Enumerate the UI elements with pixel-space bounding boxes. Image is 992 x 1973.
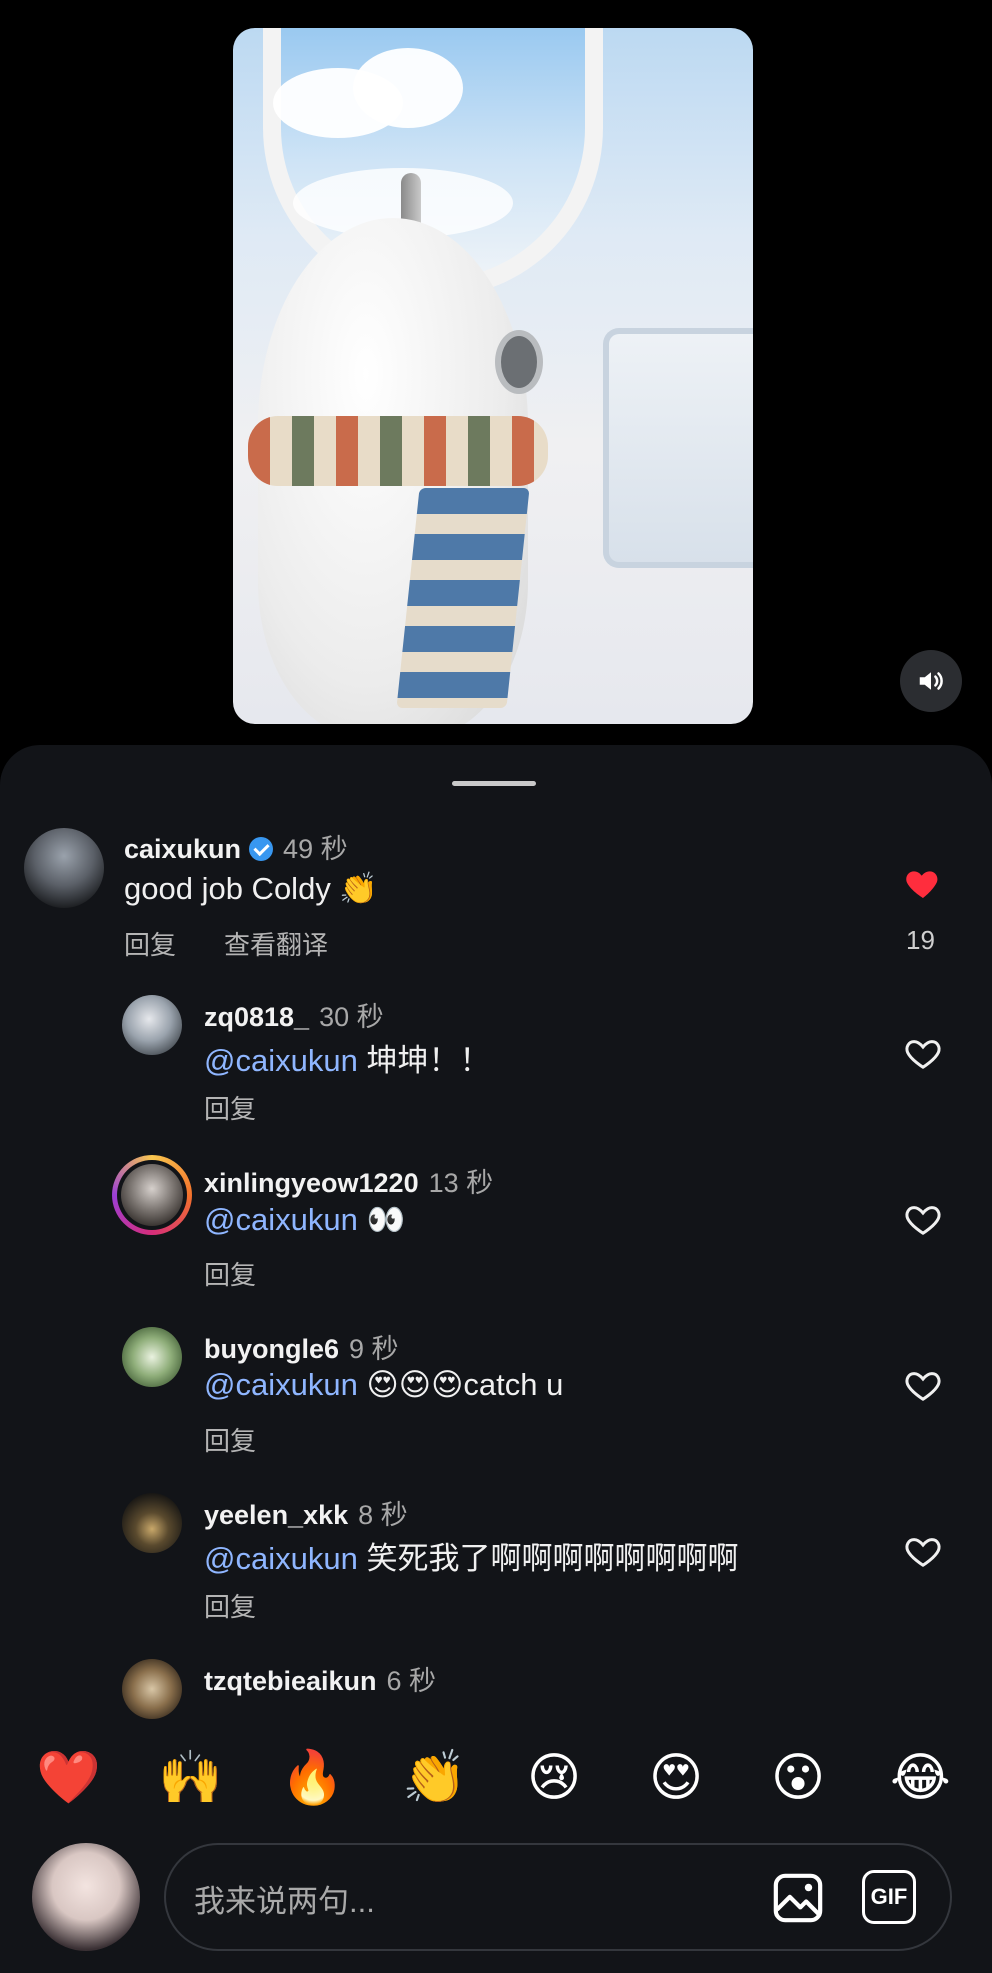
comment-time: 13 秒 [428, 1168, 494, 1198]
comment-username[interactable]: buyongle6 9 秒 [204, 1327, 399, 1366]
cloud [353, 48, 463, 128]
avatar[interactable] [122, 1659, 182, 1719]
comment-input-placeholder[interactable]: 我来说两句... [194, 1876, 375, 1921]
comment-text: @caixukun 坤坤！！ [204, 1043, 491, 1078]
mention-link[interactable]: @caixukun [204, 1367, 358, 1402]
emoji-crying[interactable]: 😢 [524, 1748, 584, 1808]
avatar[interactable] [122, 1493, 182, 1553]
avatar [121, 1164, 183, 1226]
reply-button[interactable]: 回复 [204, 1421, 256, 1458]
comment-item: yeelen_xkk 8 秒 @caixukun 笑死我了啊啊啊啊啊啊啊啊 回复 [0, 1493, 992, 1653]
story-ring[interactable] [112, 1155, 192, 1235]
reply-button[interactable]: 回复 [124, 925, 176, 962]
like-heart-outline-icon[interactable] [903, 1033, 943, 1073]
robot-scarf-tail [396, 488, 530, 708]
comment-item: caixukun 49 秒 good job Coldy 👏 回复 查看翻译 19 [0, 825, 992, 985]
robot-eye [495, 330, 543, 394]
cabinet [603, 328, 753, 568]
comment-username[interactable]: xinlingyeow1220 13 秒 [204, 1161, 493, 1200]
emoji-laughing[interactable]: 😂 [890, 1748, 951, 1808]
video-player[interactable] [233, 28, 753, 724]
comment-username[interactable]: zq0818_ 30 秒 [204, 995, 384, 1034]
translate-button[interactable]: 查看翻译 [224, 925, 328, 962]
mention-link[interactable]: @caixukun [204, 1043, 358, 1078]
comment-time: 30 秒 [319, 1002, 384, 1032]
emoji-raised-hands[interactable]: 🙌 [158, 1748, 223, 1808]
like-heart-outline-icon[interactable] [903, 1199, 943, 1239]
comment-username[interactable]: yeelen_xkk 8 秒 [204, 1493, 408, 1532]
emoji-heart-eyes[interactable]: 😍 [646, 1748, 706, 1808]
comment-item: xinlingyeow1220 13 秒 @caixukun 👀 回复 [0, 1155, 992, 1321]
comment-time: 8 秒 [358, 1500, 408, 1530]
comment-time: 49 秒 [283, 834, 348, 864]
reply-button[interactable]: 回复 [204, 1255, 256, 1292]
mention-link[interactable]: @caixukun [204, 1202, 358, 1237]
comment-time: 6 秒 [386, 1666, 437, 1696]
comment-text: @caixukun 笑死我了啊啊啊啊啊啊啊啊 [204, 1541, 739, 1576]
like-heart-filled-icon[interactable] [903, 863, 943, 903]
image-icon[interactable] [770, 1870, 826, 1926]
reply-button[interactable]: 回复 [204, 1587, 256, 1624]
emoji-quick-bar [0, 1720, 992, 1840]
like-heart-outline-icon[interactable] [903, 1531, 943, 1571]
comment-username[interactable]: tzqtebieaikun 6 秒 [204, 1659, 436, 1698]
mention-link[interactable]: @caixukun [204, 1541, 358, 1576]
comment-text: @caixukun 😍😍😍catch u [204, 1367, 564, 1402]
like-count: 19 [906, 925, 935, 955]
comment-item: buyongle6 9 秒 @caixukun 😍😍😍catch u 回复 [0, 1327, 992, 1487]
reply-button[interactable]: 回复 [204, 1089, 256, 1126]
emoji-surprised[interactable]: 😮 [768, 1748, 828, 1808]
avatar[interactable] [122, 995, 182, 1055]
comment-item: zq0818_ 30 秒 @caixukun 坤坤！！ 回复 [0, 995, 992, 1155]
verified-badge-icon [249, 837, 274, 861]
drag-handle[interactable] [452, 781, 536, 786]
sound-toggle-button[interactable] [900, 650, 962, 712]
current-user-avatar[interactable] [32, 1843, 140, 1951]
emoji-heart[interactable]: ❤️ [36, 1748, 101, 1808]
comment-username[interactable]: caixukun 49 秒 [124, 827, 348, 866]
comment-text: @caixukun 👀 [204, 1202, 406, 1237]
comment-text: good job Coldy 👏 [124, 871, 379, 906]
gif-button[interactable]: GIF [862, 1870, 916, 1924]
like-heart-outline-icon[interactable] [903, 1365, 943, 1405]
avatar[interactable] [122, 1327, 182, 1387]
speaker-icon [919, 672, 943, 690]
comment-time: 9 秒 [349, 1334, 399, 1364]
emoji-clap[interactable]: 👏 [402, 1748, 467, 1808]
avatar[interactable] [24, 828, 104, 908]
emoji-fire[interactable]: 🔥 [280, 1748, 345, 1808]
robot-scarf [248, 416, 548, 486]
